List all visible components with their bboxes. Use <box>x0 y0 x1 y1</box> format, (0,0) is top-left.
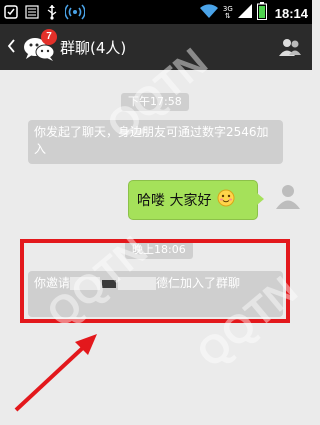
contacts-icon[interactable] <box>278 37 302 61</box>
tasks-icon <box>25 5 39 19</box>
wifi-hotspot-icon <box>65 3 85 21</box>
battery-icon <box>256 2 267 24</box>
wifi-icon <box>199 3 219 23</box>
status-bar: 3G ⇅ 18:14 <box>0 0 312 24</box>
status-right-icons: 3G ⇅ 18:14 <box>199 2 308 24</box>
usb-icon <box>46 4 58 20</box>
title-bar: 7 群聊(4人) <box>0 24 312 70</box>
chat-screen: 3G ⇅ 18:14 7 群聊(4人) 下午17:58 你发起了聊天，身边朋友可… <box>0 0 312 425</box>
unread-badge: 7 <box>41 29 57 45</box>
chat-title: 群聊(4人) <box>60 39 127 57</box>
chat-area[interactable]: 下午17:58 你发起了聊天，身边朋友可通过数字2546加入 哈喽 大家好 晚上… <box>0 40 312 425</box>
signal-icon <box>237 3 253 23</box>
status-left-icons <box>4 3 85 21</box>
status-time: 18:14 <box>274 5 308 21</box>
notification-icon <box>4 5 18 19</box>
network-type-icon: 3G ⇅ <box>222 5 233 20</box>
annotation-arrow-icon <box>14 334 97 412</box>
chevron-left-icon[interactable] <box>6 38 16 58</box>
